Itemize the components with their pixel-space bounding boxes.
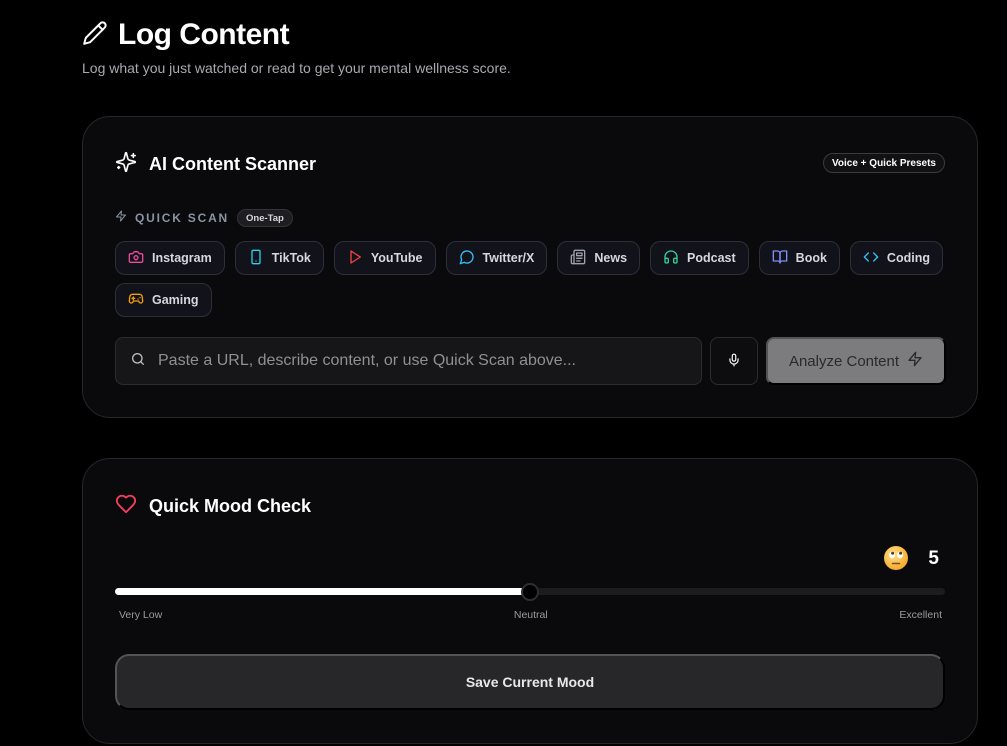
- preset-coding[interactable]: Coding: [849, 241, 943, 275]
- headphones-icon: [663, 249, 679, 268]
- content-search-box: [115, 337, 702, 385]
- preset-podcast[interactable]: Podcast: [650, 241, 749, 275]
- slider-thumb[interactable]: [521, 583, 539, 601]
- preset-instagram[interactable]: Instagram: [115, 241, 225, 275]
- page-subtitle: Log what you just watched or read to get…: [82, 60, 511, 76]
- preset-label: Gaming: [152, 293, 199, 307]
- newspaper-icon: [570, 249, 586, 268]
- preset-news[interactable]: News: [557, 241, 641, 275]
- book-icon: [772, 249, 788, 268]
- analyze-label: Analyze Content: [788, 352, 900, 370]
- ai-content-scanner-card: AI Content Scanner Voice + Quick Presets…: [82, 116, 978, 418]
- scale-low-label: Very Low: [119, 609, 163, 621]
- gamepad-icon: [128, 291, 144, 310]
- analyze-content-button[interactable]: Analyze Content: [766, 337, 946, 385]
- quick-scan-header: QUICK SCAN One-Tap: [115, 209, 293, 227]
- scale-mid-label: Neutral: [513, 609, 548, 621]
- sparkles-icon: [115, 151, 137, 178]
- pencil-icon: [82, 20, 108, 51]
- scanner-title: AI Content Scanner: [149, 154, 317, 174]
- mood-scale-labels: Very Low Neutral Excellent: [119, 609, 942, 621]
- save-mood-button[interactable]: Save Current Mood: [115, 654, 945, 710]
- preset-gaming[interactable]: Gaming: [115, 283, 212, 317]
- code-icon: [863, 249, 879, 268]
- one-tap-badge: One-Tap: [237, 209, 293, 227]
- voice-presets-badge: Voice + Quick Presets: [822, 153, 945, 173]
- voice-input-button[interactable]: [710, 337, 758, 385]
- preset-label: YouTube: [370, 251, 423, 265]
- chat-bubble-icon: [459, 249, 475, 268]
- preset-label: Twitter/X: [482, 251, 535, 265]
- camera-icon: [128, 249, 144, 268]
- preset-label: Instagram: [152, 251, 212, 265]
- preset-book[interactable]: Book: [758, 241, 840, 275]
- heart-icon: [115, 493, 137, 520]
- quick-scan-presets: Instagram TikTok YouTube Twitter/X News …: [115, 241, 955, 317]
- mood-value: 5: [928, 548, 939, 569]
- preset-label: TikTok: [271, 251, 311, 265]
- play-icon: [347, 249, 363, 268]
- preset-twitter-x[interactable]: Twitter/X: [445, 241, 548, 275]
- preset-label: Book: [795, 251, 827, 265]
- preset-label: Coding: [886, 251, 930, 265]
- preset-youtube[interactable]: YouTube: [333, 241, 436, 275]
- microphone-icon: [727, 353, 741, 370]
- mood-slider[interactable]: [115, 582, 945, 602]
- preset-tiktok[interactable]: TikTok: [234, 241, 324, 275]
- lightning-icon: [115, 209, 127, 227]
- lightning-icon: [907, 351, 923, 371]
- content-input[interactable]: [158, 352, 687, 370]
- phone-icon: [248, 249, 264, 268]
- mood-title: Quick Mood Check: [149, 496, 312, 516]
- preset-label: Podcast: [687, 251, 736, 265]
- page-title: Log Content: [118, 18, 290, 51]
- preset-label: News: [594, 251, 628, 265]
- page-header: Log Content Log what you just watched or…: [82, 18, 511, 76]
- quick-mood-check-card: Quick Mood Check 5 Very Low Neutral Exce…: [82, 458, 978, 744]
- eye-roll-emoji-icon: [883, 545, 909, 571]
- slider-fill: [115, 588, 530, 595]
- quick-scan-label: QUICK SCAN: [135, 211, 230, 225]
- scale-high-label: Excellent: [899, 609, 942, 621]
- search-icon: [130, 351, 146, 372]
